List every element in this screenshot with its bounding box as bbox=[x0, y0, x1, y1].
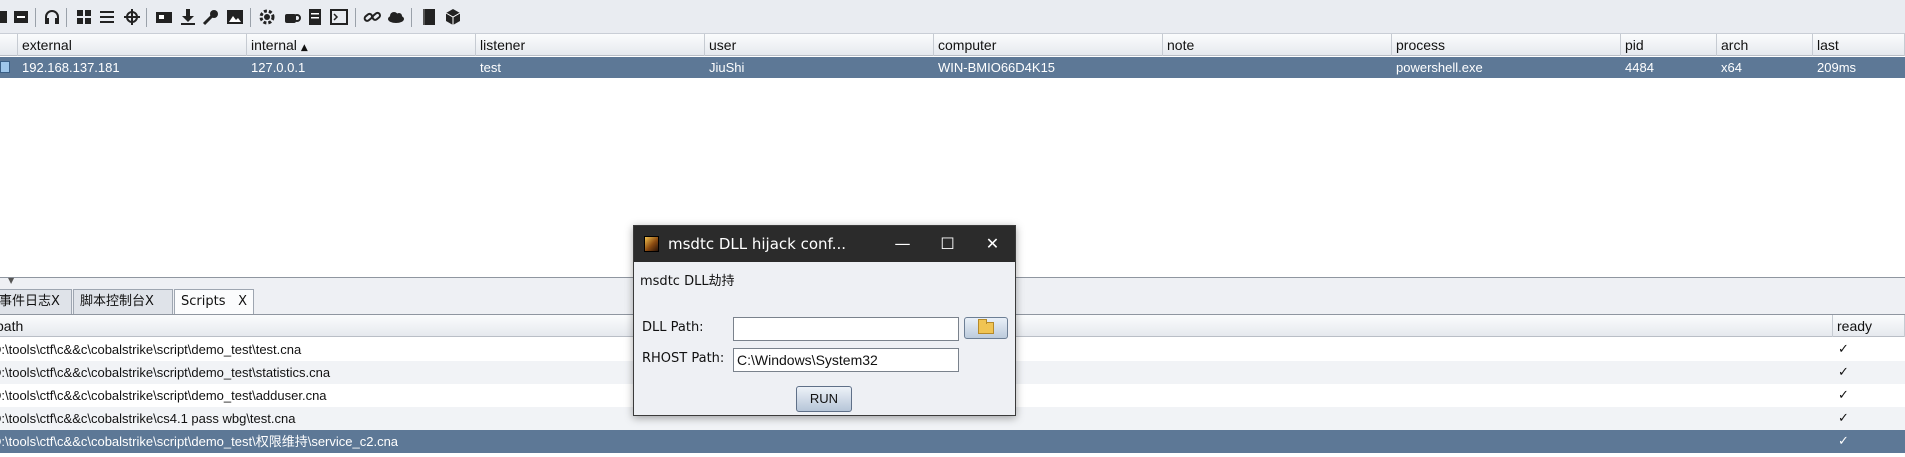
disconnect-icon[interactable] bbox=[0, 8, 10, 26]
target-icon[interactable] bbox=[123, 8, 141, 26]
image-icon[interactable] bbox=[226, 8, 244, 26]
browse-button[interactable] bbox=[964, 317, 1008, 339]
column-process[interactable]: process bbox=[1392, 34, 1621, 56]
dialog-body: msdtc DLL劫持 DLL Path: RHOST Path: RUN bbox=[634, 262, 1015, 415]
beacon-computer-icon bbox=[0, 61, 10, 73]
headphones-icon[interactable] bbox=[43, 8, 61, 26]
console-icon[interactable] bbox=[330, 8, 348, 26]
session-table-icon[interactable] bbox=[98, 8, 116, 26]
msdtc-dialog: msdtc DLL hijack conf... — ☐ ✕ msdtc DLL… bbox=[633, 225, 1016, 416]
ready-check-icon: ✓ bbox=[1838, 365, 1849, 380]
dialog-title: msdtc DLL hijack conf... bbox=[668, 235, 847, 253]
script-row[interactable]: D:\tools\ctf\c&&c\cobalstrike\script\dem… bbox=[0, 430, 1905, 453]
column-internal[interactable]: internal ▲ bbox=[247, 34, 476, 56]
ready-check-icon: ✓ bbox=[1838, 342, 1849, 357]
settings-icon[interactable] bbox=[258, 8, 276, 26]
column-ready[interactable]: ready bbox=[1833, 315, 1905, 337]
cell-computer: WIN-BMIO66D4K15 bbox=[938, 60, 1056, 75]
column-arch[interactable]: arch bbox=[1717, 34, 1813, 56]
minimize-window-button[interactable]: — bbox=[880, 226, 925, 262]
dll-path-input[interactable] bbox=[733, 317, 959, 341]
cell-arch: x64 bbox=[1721, 60, 1742, 75]
cell-listener: test bbox=[480, 60, 501, 75]
column-note[interactable]: note bbox=[1163, 34, 1392, 56]
dialog-titlebar[interactable]: msdtc DLL hijack conf... — ☐ ✕ bbox=[634, 226, 1015, 262]
package-icon[interactable] bbox=[444, 8, 462, 26]
beacon-table-header: external internal ▲ listener user comput… bbox=[0, 34, 1905, 56]
tab-close-icon[interactable]: X bbox=[238, 290, 247, 313]
cell-process: powershell.exe bbox=[1396, 60, 1483, 75]
rhost-path-label: RHOST Path: bbox=[642, 351, 725, 366]
column-external[interactable]: external bbox=[18, 34, 247, 56]
main-toolbar bbox=[0, 0, 1905, 34]
document-icon[interactable] bbox=[306, 8, 324, 26]
dialog-heading: msdtc DLL劫持 bbox=[640, 274, 735, 289]
pivot-graph-icon[interactable] bbox=[75, 8, 93, 26]
link-icon[interactable] bbox=[363, 8, 381, 26]
rhost-path-input[interactable] bbox=[733, 348, 959, 372]
minimize-icon[interactable] bbox=[12, 8, 30, 26]
column-pid[interactable]: pid bbox=[1621, 34, 1717, 56]
column-last[interactable]: last bbox=[1813, 34, 1905, 56]
cell-note bbox=[1163, 57, 1392, 78]
sort-ascending-icon: ▲ bbox=[300, 43, 308, 53]
column-computer[interactable]: computer bbox=[934, 34, 1163, 56]
close-window-button[interactable]: ✕ bbox=[970, 226, 1015, 262]
run-button[interactable]: RUN bbox=[796, 386, 852, 412]
screenshot-icon[interactable] bbox=[155, 8, 173, 26]
cell-user: JiuShi bbox=[709, 60, 745, 75]
cell-external: 192.168.137.181 bbox=[22, 60, 120, 75]
column-listener[interactable]: listener bbox=[476, 34, 705, 56]
download-icon[interactable] bbox=[179, 8, 197, 26]
app-icon bbox=[644, 236, 659, 252]
tab-script-console[interactable]: 脚本控制台X bbox=[73, 289, 173, 314]
coffee-icon[interactable] bbox=[283, 8, 301, 26]
cell-last: 209ms bbox=[1817, 60, 1857, 75]
cell-pid: 4484 bbox=[1625, 60, 1654, 75]
ready-check-icon: ✓ bbox=[1838, 388, 1849, 403]
folder-icon bbox=[978, 319, 994, 334]
beacon-row[interactable]: 192.168.137.181 127.0.0.1 test JiuShi WI… bbox=[0, 57, 1905, 78]
tab-event-log[interactable]: 事件日志X bbox=[0, 289, 72, 314]
key-icon[interactable] bbox=[202, 8, 220, 26]
ready-check-icon: ✓ bbox=[1838, 411, 1849, 426]
column-user[interactable]: user bbox=[705, 34, 934, 56]
maximize-window-button[interactable]: ☐ bbox=[925, 226, 970, 262]
book-icon[interactable] bbox=[420, 8, 438, 26]
tab-scripts[interactable]: Scripts X bbox=[174, 289, 254, 315]
ready-check-icon: ✓ bbox=[1838, 434, 1849, 449]
splitter-arrow-icon[interactable]: ▼ bbox=[8, 276, 14, 285]
cell-internal: 127.0.0.1 bbox=[251, 60, 306, 75]
cloud-icon[interactable] bbox=[387, 8, 405, 26]
dll-path-label: DLL Path: bbox=[642, 320, 704, 335]
